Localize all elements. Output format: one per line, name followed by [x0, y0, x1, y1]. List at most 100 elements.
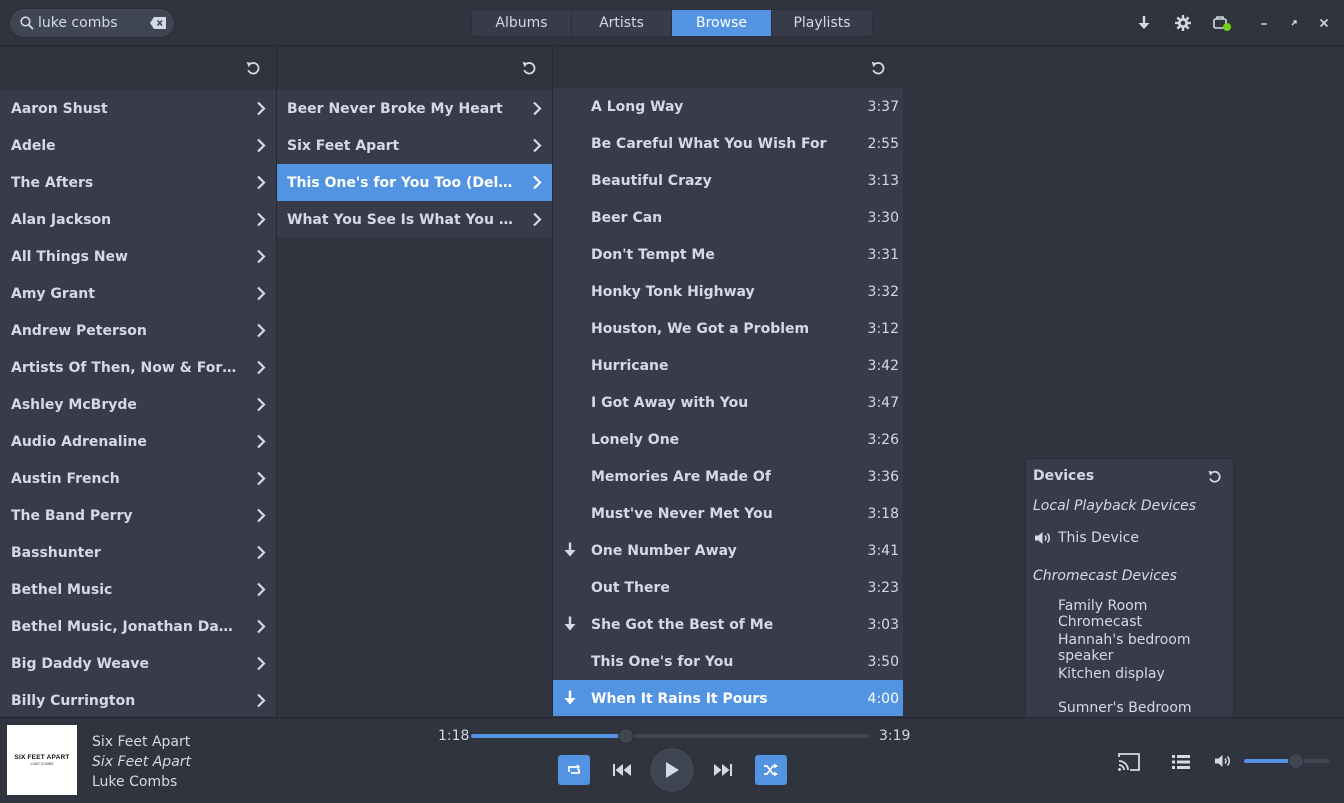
cast-button[interactable]: [1116, 751, 1142, 773]
artist-row[interactable]: Amy Grant: [0, 275, 276, 312]
clear-search-icon[interactable]: [150, 17, 166, 29]
refresh-icon[interactable]: [1206, 468, 1223, 485]
restore-button[interactable]: [1283, 12, 1305, 34]
track-row[interactable]: Memories Are Made Of 3:36: [553, 458, 903, 495]
progress-fill: [471, 734, 627, 738]
track-row[interactable]: Must've Never Met You 3:18: [553, 495, 903, 532]
track-row[interactable]: One Number Away 3:41: [553, 532, 903, 569]
artist-row[interactable]: Andrew Peterson: [0, 312, 276, 349]
settings-button[interactable]: [1172, 12, 1194, 34]
tab-browse[interactable]: Browse: [672, 10, 772, 36]
artist-row[interactable]: Alan Jackson: [0, 201, 276, 238]
album-row[interactable]: This One's for You Too (Deluxe Ed…: [277, 164, 552, 201]
track-row[interactable]: Hurricane 3:42: [553, 347, 903, 384]
device-family-room-chromecast[interactable]: Family Room Chromecast: [1058, 598, 1233, 630]
artist-row[interactable]: Bethel Music, Jonathan David & M…: [0, 608, 276, 645]
tab-playlists[interactable]: Playlists: [772, 10, 872, 36]
refresh-icon[interactable]: [244, 59, 262, 77]
track-row[interactable]: Out There 3:23: [553, 569, 903, 606]
artist-row[interactable]: Aaron Shust: [0, 90, 276, 127]
volume-button[interactable]: [1212, 752, 1234, 770]
close-button[interactable]: [1313, 12, 1335, 34]
track-duration: 2:55: [867, 135, 899, 152]
track-row[interactable]: Beautiful Crazy 3:13: [553, 162, 903, 199]
artist-row[interactable]: Big Daddy Weave: [0, 645, 276, 682]
refresh-icon[interactable]: [520, 59, 538, 77]
chevron-right-icon: [257, 175, 266, 190]
track-row[interactable]: Honky Tonk Highway 3:32: [553, 273, 903, 310]
track-row[interactable]: When It Rains It Pours 4:00: [553, 680, 903, 716]
track-duration: 3:36: [867, 468, 899, 485]
volume-handle[interactable]: [1287, 753, 1304, 769]
gear-icon: [1175, 15, 1191, 31]
progress-slider[interactable]: [471, 728, 869, 744]
search-input[interactable]: [38, 13, 148, 33]
chevron-right-icon: [257, 212, 266, 227]
shuffle-icon: [764, 763, 778, 777]
artist-row[interactable]: Bethel Music: [0, 571, 276, 608]
track-row[interactable]: Houston, We Got a Problem 3:12: [553, 310, 903, 347]
tab-artists[interactable]: Artists: [572, 10, 672, 36]
album-name: Six Feet Apart: [287, 137, 400, 154]
previous-button[interactable]: [611, 760, 633, 780]
track-title: Don't Tempt Me: [591, 246, 715, 263]
play-button[interactable]: [649, 747, 695, 793]
artist-row[interactable]: Billy Currington: [0, 682, 276, 716]
next-button[interactable]: [712, 760, 734, 780]
device-kitchen-display[interactable]: Kitchen display: [1058, 666, 1165, 682]
elapsed-time: 1:18: [438, 728, 470, 744]
track-row[interactable]: She Got the Best of Me 3:03: [553, 606, 903, 643]
devices-title: Devices: [1033, 468, 1095, 484]
volume-icon: [1215, 755, 1230, 767]
artist-row[interactable]: The Band Perry: [0, 497, 276, 534]
artist-row[interactable]: Artists Of Then, Now & Forever: [0, 349, 276, 386]
artist-row[interactable]: Adele: [0, 127, 276, 164]
downloaded-icon: [564, 616, 576, 631]
artist-row[interactable]: Audio Adrenaline: [0, 423, 276, 460]
track-row[interactable]: Be Careful What You Wish For 2:55: [553, 125, 903, 162]
sync-status-button[interactable]: [1211, 12, 1233, 34]
chevron-right-icon: [257, 508, 266, 523]
device-this-device[interactable]: This Device: [1058, 530, 1139, 546]
progress-handle[interactable]: [618, 728, 635, 744]
now-playing-title: Six Feet Apart: [92, 734, 191, 750]
album-row[interactable]: Beer Never Broke My Heart: [277, 90, 552, 127]
album-row[interactable]: Six Feet Apart: [277, 127, 552, 164]
track-row[interactable]: Beer Can 3:30: [553, 199, 903, 236]
album-row[interactable]: What You See Is What You Get: [277, 201, 552, 238]
device-sumners-bedroom[interactable]: Sumner's Bedroom: [1058, 700, 1192, 716]
minimize-button[interactable]: [1253, 12, 1275, 34]
device-hannahs-bedroom-speaker[interactable]: Hannah's bedroom speaker: [1058, 632, 1233, 664]
chevron-right-icon: [257, 286, 266, 301]
skip-next-icon: [714, 764, 732, 776]
artist-name: The Afters: [11, 174, 94, 191]
local-devices-heading: Local Playback Devices: [1033, 498, 1197, 514]
artist-row[interactable]: The Afters: [0, 164, 276, 201]
track-row[interactable]: I Got Away with You 3:47: [553, 384, 903, 421]
track-duration: 3:18: [867, 505, 899, 522]
artist-row[interactable]: Austin French: [0, 460, 276, 497]
refresh-icon[interactable]: [869, 59, 887, 77]
artist-row[interactable]: All Things New: [0, 238, 276, 275]
tab-albums[interactable]: Albums: [472, 10, 572, 36]
repeat-button[interactable]: [558, 755, 590, 785]
chevron-right-icon: [533, 175, 542, 190]
track-title: A Long Way: [591, 98, 684, 115]
track-duration: 3:41: [867, 542, 899, 559]
volume-slider[interactable]: [1244, 753, 1330, 769]
track-row[interactable]: This One's for You 3:50: [553, 643, 903, 680]
track-row[interactable]: A Long Way 3:37: [553, 88, 903, 125]
artist-row[interactable]: Ashley McBryde: [0, 386, 276, 423]
track-row[interactable]: Lonely One 3:26: [553, 421, 903, 458]
play-icon: [666, 762, 679, 778]
queue-button[interactable]: [1170, 751, 1192, 773]
shuffle-button[interactable]: [755, 755, 787, 785]
sync-status-icon: [1213, 16, 1231, 31]
track-duration: 3:26: [867, 431, 899, 448]
artist-name: Basshunter: [11, 544, 101, 561]
search-box[interactable]: [9, 8, 175, 38]
track-row[interactable]: Don't Tempt Me 3:31: [553, 236, 903, 273]
download-button[interactable]: [1133, 12, 1155, 34]
artist-name: All Things New: [11, 248, 128, 265]
artist-row[interactable]: Basshunter: [0, 534, 276, 571]
